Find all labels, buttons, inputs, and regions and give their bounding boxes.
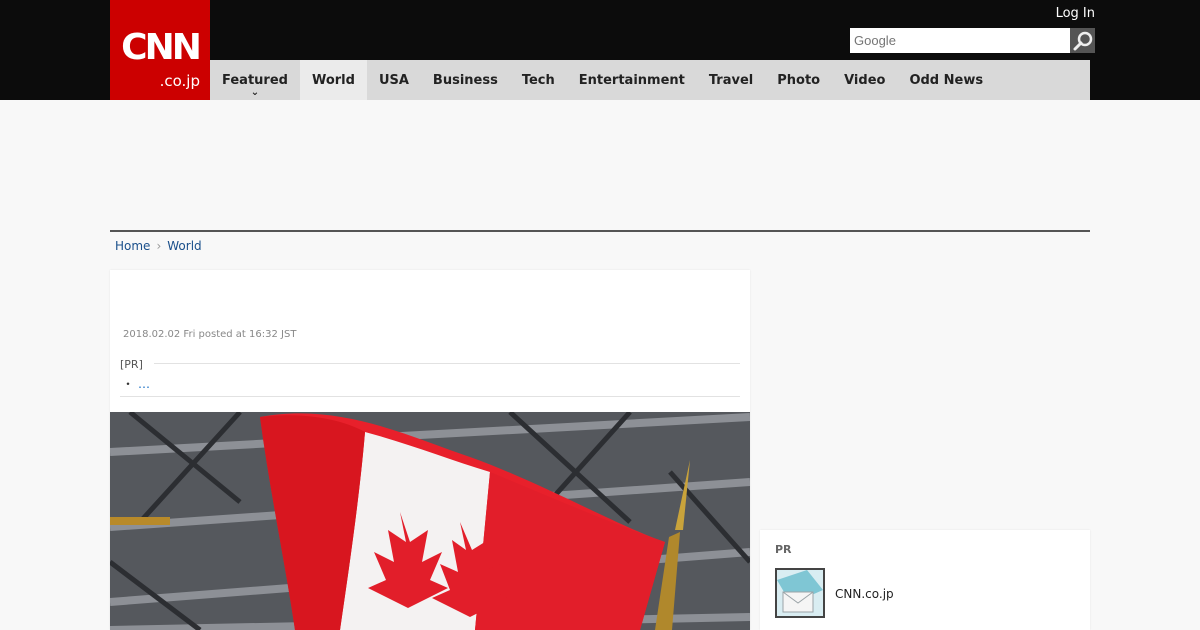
article-card: 2018.02.02 Fri posted at 16:32 JST [PR] …: [110, 270, 750, 630]
nav-item-photo[interactable]: Photo: [765, 60, 832, 100]
nav-item-label: World: [311, 72, 355, 88]
login-link[interactable]: Log In: [1056, 6, 1095, 22]
sidebar-pr-link[interactable]: CNN.co.jp: [835, 587, 894, 601]
pr-tag: [PR]: [120, 358, 143, 371]
nav-item-label: Business: [432, 72, 498, 88]
mail-thumbnail-icon[interactable]: [775, 568, 825, 618]
chevron-down-icon: ⌄: [250, 87, 260, 98]
nav-item-business[interactable]: Business: [421, 60, 510, 100]
search-button[interactable]: [1070, 28, 1095, 53]
section-divider: [110, 230, 1090, 232]
chevron-right-icon: ›: [156, 239, 162, 253]
nav-item-travel[interactable]: Travel: [697, 60, 765, 100]
breadcrumb-home-link[interactable]: Home: [115, 239, 150, 253]
nav-item-label: Featured: [222, 72, 288, 88]
search-input[interactable]: [850, 28, 1070, 53]
divider: [120, 396, 740, 397]
divider: [154, 363, 740, 364]
sidebar-pr-card: PR CNN.co.jp: [760, 530, 1090, 630]
search-icon: [1073, 31, 1092, 50]
nav-item-tech[interactable]: Tech: [510, 60, 567, 100]
pr-link[interactable]: …: [138, 377, 150, 391]
cnn-logo[interactable]: CNN .co.jp: [110, 0, 210, 100]
nav-item-label: Video: [844, 72, 886, 88]
sidebar-pr-label: PR: [775, 543, 792, 556]
breadcrumb: Home › World: [115, 238, 202, 254]
nav-item-label: Tech: [521, 72, 555, 88]
nav-item-label: Photo: [777, 72, 821, 88]
logo-text: CNN: [121, 27, 202, 68]
article-date: 2018.02.02 Fri posted at 16:32 JST: [123, 329, 297, 340]
breadcrumb-world-link[interactable]: World: [167, 239, 201, 253]
nav-item-usa[interactable]: USA: [367, 60, 421, 100]
nav-item-odd-news[interactable]: Odd News: [897, 60, 995, 100]
pr-list-item: ・…: [122, 375, 150, 392]
nav-item-label: USA: [378, 72, 409, 88]
nav-item-label: Travel: [708, 72, 754, 88]
bullet: ・: [122, 377, 135, 391]
main-nav: Featured ⌄ World USA Business Tech Enter…: [210, 60, 1090, 100]
nav-item-label: Odd News: [909, 72, 984, 88]
nav-item-featured[interactable]: Featured ⌄: [210, 60, 300, 100]
nav-item-label: Entertainment: [578, 72, 685, 88]
logo-subtext: .co.jp: [159, 72, 200, 90]
nav-item-entertainment[interactable]: Entertainment: [567, 60, 697, 100]
canadian-flag-photo: [110, 412, 750, 630]
nav-item-video[interactable]: Video: [832, 60, 897, 100]
nav-item-world[interactable]: World: [299, 60, 367, 100]
